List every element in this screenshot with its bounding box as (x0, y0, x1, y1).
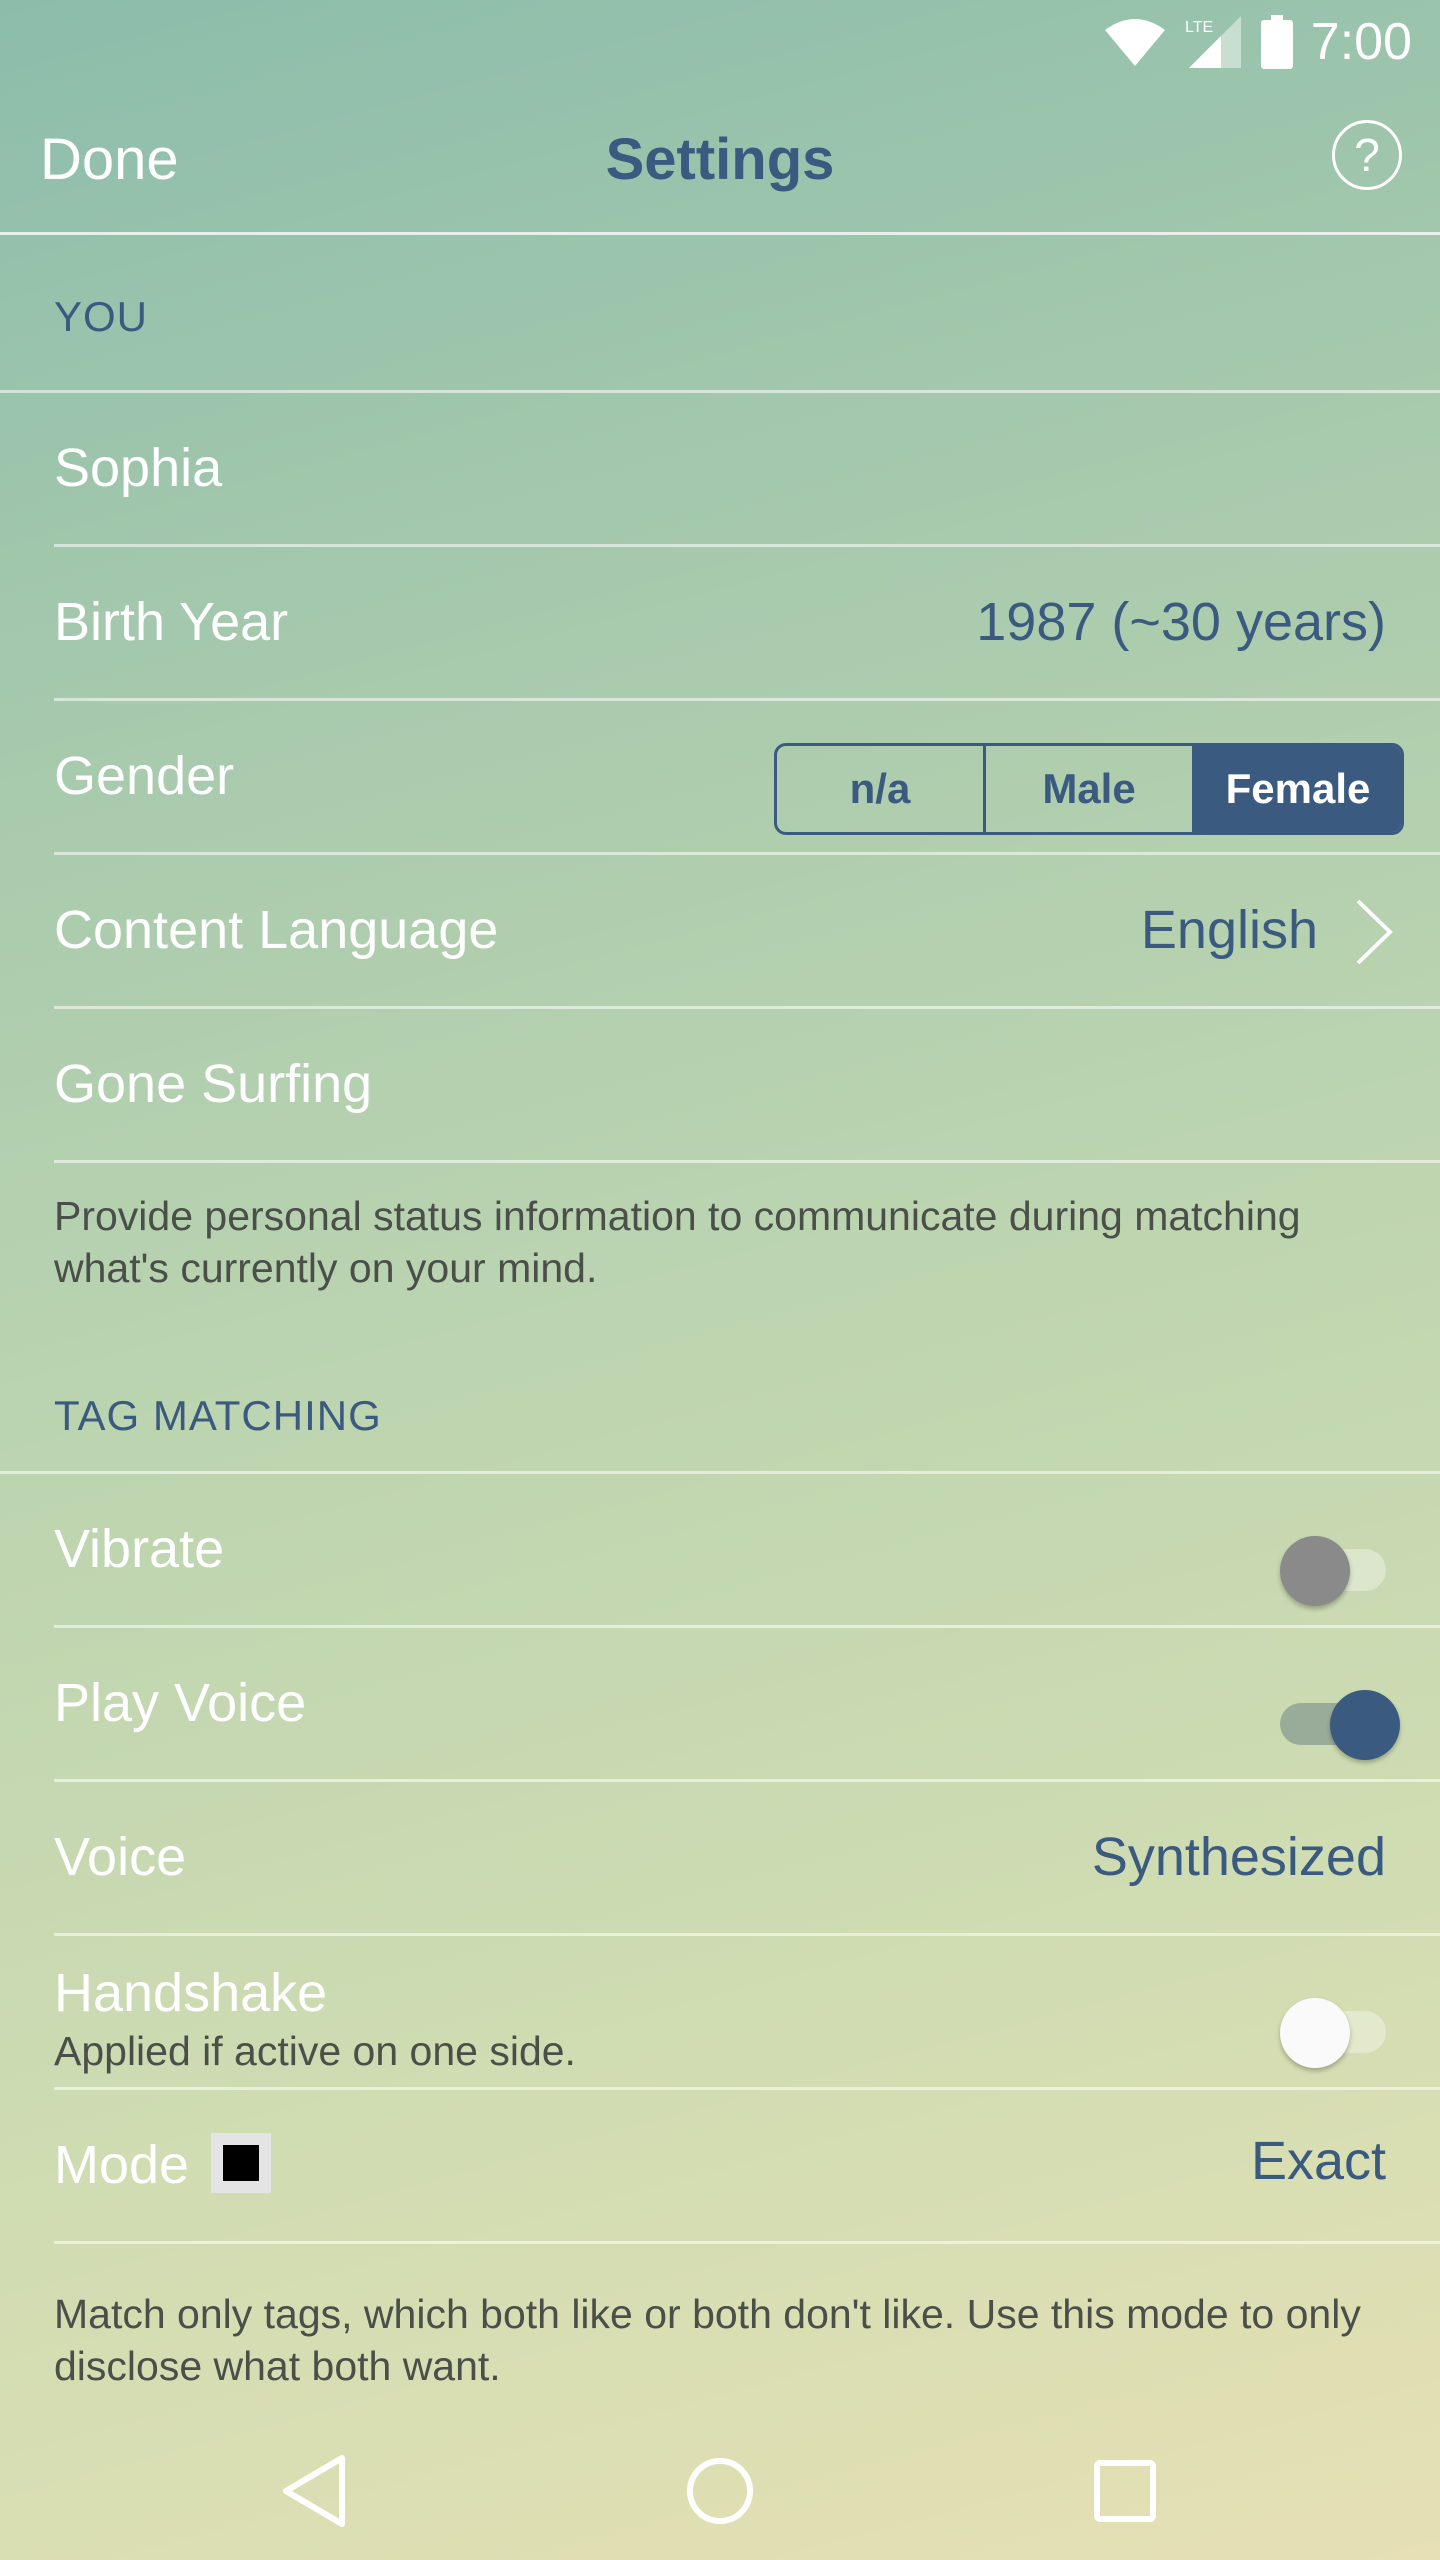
gender-segmented-control[interactable]: n/a Male Female (774, 743, 1404, 835)
mode-value[interactable]: Exact (1251, 2086, 1386, 2237)
gender-label: Gender (54, 746, 235, 806)
help-icon: ? (1354, 129, 1380, 181)
handshake-label: Handshake (54, 1963, 328, 2023)
mode-description: Match only tags, which both like or both… (54, 2291, 1361, 2389)
vibrate-row: Vibrate (54, 1474, 1440, 1628)
content-language-label: Content Language (54, 900, 499, 960)
home-icon[interactable] (675, 2446, 765, 2536)
svg-text:LTE: LTE (1185, 19, 1213, 36)
play-voice-toggle[interactable] (1280, 1680, 1400, 1760)
status-bar: LTE 7:00 (0, 0, 1440, 84)
status-description: Provide personal status information to c… (54, 1193, 1301, 1291)
birth-year-label: Birth Year (54, 592, 289, 652)
vibrate-label: Vibrate (54, 1519, 225, 1579)
gender-option-na[interactable]: n/a (777, 746, 983, 832)
gender-option-female[interactable]: Female (1192, 746, 1401, 832)
help-button[interactable]: ? (1332, 120, 1402, 190)
status-field[interactable]: Gone Surfing (54, 1009, 372, 1160)
play-voice-label: Play Voice (54, 1673, 307, 1733)
content-language-value: English (1140, 900, 1318, 960)
content-language-row[interactable]: Content Language English (54, 855, 1440, 1009)
mode-row[interactable]: Mode Exact (54, 2090, 1440, 2244)
back-icon[interactable] (272, 2446, 362, 2536)
voice-label: Voice (54, 1827, 187, 1887)
name-row[interactable]: Sophia (54, 393, 1440, 547)
status-row[interactable]: Gone Surfing (54, 1009, 1440, 1163)
wifi-icon (1104, 19, 1165, 66)
gender-option-male[interactable]: Male (983, 746, 1192, 832)
battery-icon (1260, 15, 1293, 69)
section-header-tag-matching: TAG MATCHING (0, 1340, 1440, 1474)
handshake-toggle[interactable] (1280, 1988, 1386, 2068)
birth-year-value[interactable]: 1987 (~30 years) (976, 547, 1386, 698)
section-header-you: YOU (0, 232, 1440, 393)
vibrate-toggle[interactable] (1280, 1526, 1386, 1606)
voice-row[interactable]: Voice Synthesized (54, 1782, 1440, 1936)
handshake-row: Handshake Applied if active on one side. (54, 1936, 1440, 2090)
birth-year-row[interactable]: Birth Year 1987 (~30 years) (54, 547, 1440, 701)
top-bar: Done Settings ? (0, 84, 1440, 235)
play-voice-row: Play Voice (54, 1628, 1440, 1782)
clock: 7:00 (1310, 13, 1412, 71)
mode-label: Mode (54, 2135, 190, 2195)
mode-indicator-icon (211, 2132, 272, 2193)
mode-label-group: Mode (54, 2090, 272, 2241)
name-field[interactable]: Sophia (54, 393, 222, 544)
navigation-bar (0, 2416, 1440, 2560)
chevron-right-icon (1356, 899, 1393, 965)
handshake-sublabel: Applied if active on one side. (54, 2028, 576, 2074)
gender-row: Gender n/a Male Female (54, 701, 1440, 855)
lte-signal-icon: LTE (1185, 16, 1241, 68)
page-title: Settings (605, 127, 835, 192)
voice-value[interactable]: Synthesized (1092, 1782, 1386, 1933)
recents-icon[interactable] (1080, 2446, 1170, 2536)
